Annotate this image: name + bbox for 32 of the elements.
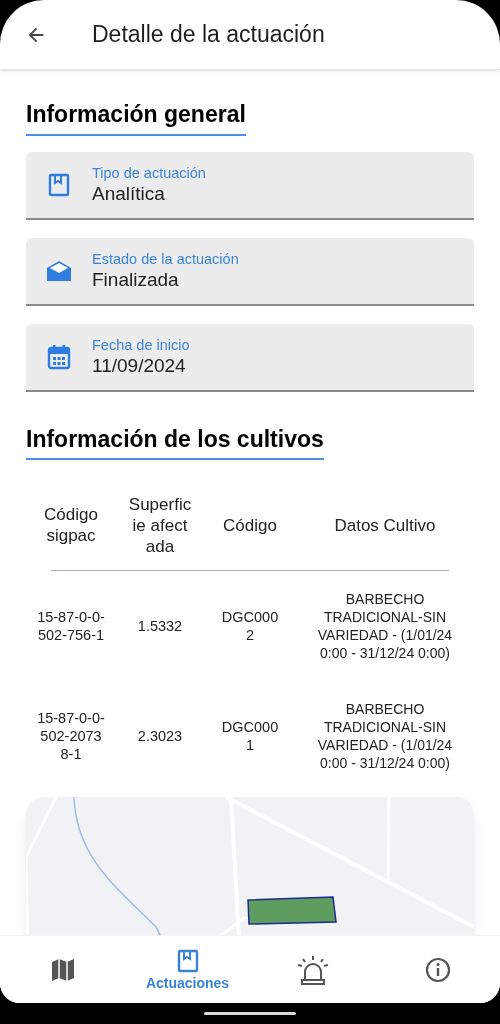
table-cell: 15-87-0-0-502-20738-1 <box>37 709 105 763</box>
table-cell-text: DGC0001 <box>220 718 280 754</box>
open-envelope-icon <box>45 258 73 283</box>
table-cell-text: 1.5332 <box>136 617 184 635</box>
column-header: Datos Cultivo <box>333 514 437 536</box>
field-value: Analítica <box>92 181 166 206</box>
table-cell-text: DGC0002 <box>220 608 280 644</box>
table-cell-text: BARBECHO TRADICIONAL-SIN VARIEDAD - (1/01/24 0:00 - 31/12/24 0:00) <box>316 590 454 662</box>
table-cell-text: 2.3023 <box>136 727 184 745</box>
section-heading: Información de los cultivos <box>26 425 324 452</box>
field-label: Tipo de actuación <box>92 163 206 182</box>
siren-icon <box>296 954 329 985</box>
info-icon <box>424 956 451 983</box>
nav-tab[interactable]: Actuaciones <box>125 936 250 1003</box>
column-header: Código <box>222 514 278 536</box>
field-value: Finalizada <box>92 267 180 292</box>
table-cell: 15-87-0-0-502-756-1 <box>37 608 105 644</box>
map-icon <box>49 956 76 983</box>
column-header: Código sigpac <box>43 504 99 546</box>
section-heading: Información general <box>26 101 246 127</box>
bookmark-book-icon <box>176 948 199 973</box>
field-value: 11/09/2024 <box>92 353 187 378</box>
calendar-icon <box>47 343 71 370</box>
read-only-field[interactable]: Tipo de actuación Analítica <box>26 151 474 220</box>
read-only-field[interactable]: Fecha de inicio 11/09/2024 <box>26 323 474 392</box>
column-header: Superficie afectada <box>128 493 192 557</box>
screen-title: Detalle de la actuación <box>92 20 325 50</box>
bookmark-book-icon <box>48 172 70 197</box>
read-only-field[interactable]: Estado de la actuación Finalizada <box>26 237 474 306</box>
field-label: Fecha de inicio <box>92 335 190 354</box>
field-label: Estado de la actuación <box>92 249 239 268</box>
table-cell-text: BARBECHO TRADICIONAL-SIN VARIEDAD - (1/01/24 0:00 - 31/12/24 0:00) <box>316 700 454 772</box>
